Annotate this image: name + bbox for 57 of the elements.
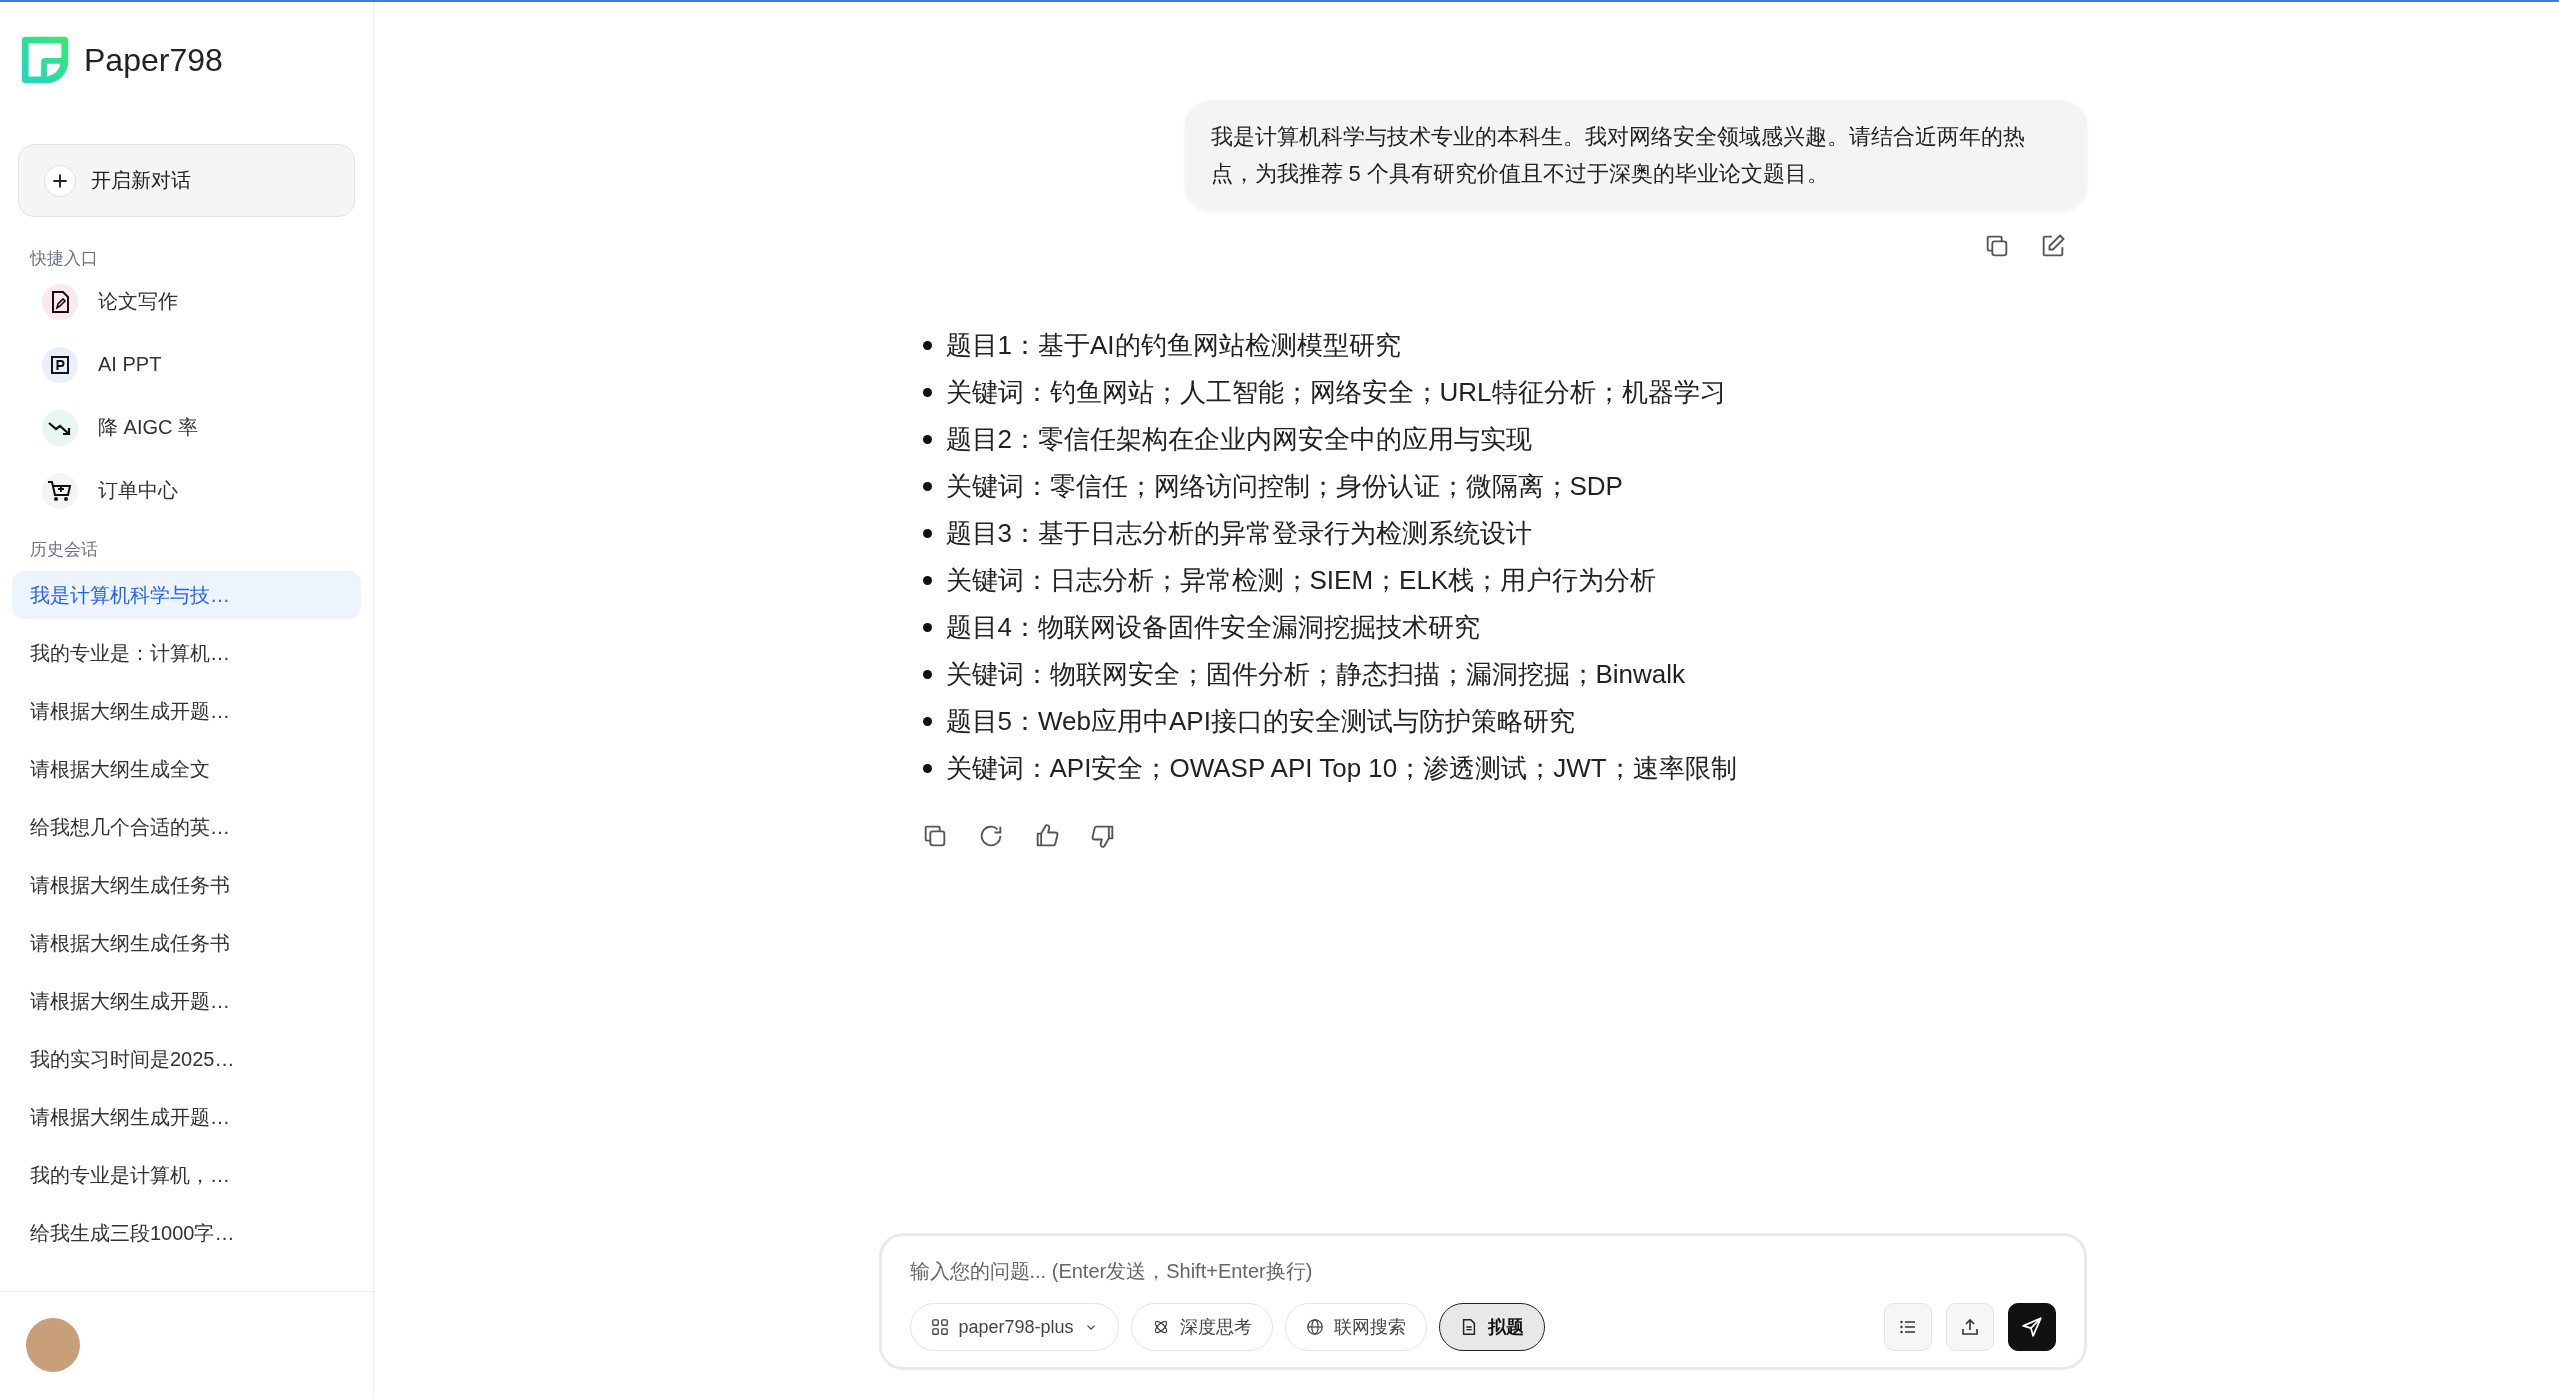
answer-line: 关键词：日志分析；异常检测；SIEM；ELK栈；用户行为分析 <box>945 564 1657 597</box>
history-item[interactable]: 我的专业是计算机，… <box>12 1151 361 1199</box>
section-title: 快捷入口 <box>30 248 99 270</box>
user-message: 我是计算机科学与技术专业的本科生。我对网络安全领域感兴趣。请结合近两年的热点，为我推荐 5 个具有研究价值且不过于深奥的毕业论文题目。 <box>1184 100 2087 210</box>
answer-line: 关键词：零信任；网络访问控制；身份认证；微隔离；SDP <box>945 470 1623 503</box>
bullet-icon <box>922 576 932 585</box>
quick-link[interactable]: AI PPT <box>12 333 361 396</box>
history-item[interactable]: 给我想几个合适的英… <box>12 803 361 851</box>
answer-line: 题目4：物联网设备固件安全漏洞挖掘技术研究 <box>945 611 1480 644</box>
bullet-icon <box>922 623 932 632</box>
cart-icon <box>42 472 78 509</box>
history-item[interactable]: 我的专业是：计算机… <box>12 629 361 677</box>
bullet-icon <box>922 341 932 350</box>
answer-line: 题目2：零信任架构在企业内网安全中的应用与实现 <box>945 423 1532 456</box>
answer-line: 题目5：Web应用中API接口的安全测试与防护策略研究 <box>945 705 1575 738</box>
answer-line: 关键词：API安全；OWASP API Top 10；渗透测试；JWT；速率限制 <box>945 752 1737 785</box>
toggle-chip[interactable]: 深度思考 <box>1130 1303 1273 1351</box>
bullet-icon <box>922 670 932 679</box>
new-chat-button[interactable]: 开启新对话 <box>18 144 355 217</box>
send-button[interactable] <box>2007 1303 2056 1351</box>
history-item[interactable]: 请根据大纲生成任务书 <box>12 861 361 909</box>
send-icon <box>2020 1316 2043 1338</box>
history-item[interactable]: 请根据大纲生成开题… <box>12 687 361 735</box>
history-item[interactable]: 给我生成三段1000字… <box>12 1209 361 1257</box>
grid-icon <box>930 1318 949 1336</box>
upload-button[interactable] <box>1945 1303 1994 1351</box>
answer-line: 题目1：基于AI的钓鱼网站检测模型研究 <box>945 329 1401 362</box>
history-item[interactable]: 我的实习时间是2025… <box>12 1035 361 1083</box>
toggle-chip[interactable]: 联网搜索 <box>1284 1303 1427 1351</box>
bullet-icon <box>922 529 932 538</box>
bullet-icon <box>922 717 932 726</box>
document-pen-icon <box>42 283 78 320</box>
globe-icon <box>1305 1318 1324 1336</box>
answer-line: 关键词：钓鱼网站；人工智能；网络安全；URL特征分析；机器学习 <box>945 376 1726 409</box>
history-item[interactable]: 请根据大纲生成开题… <box>12 977 361 1025</box>
presentation-icon <box>42 346 78 383</box>
history-item[interactable]: 我是计算机科学与技… <box>12 571 361 619</box>
bullet-icon <box>922 388 932 397</box>
plus-icon <box>43 163 77 198</box>
quick-link[interactable]: 降 AIGC 率 <box>12 396 361 459</box>
toggle-chip[interactable]: 拟题 <box>1438 1303 1545 1351</box>
quick-link[interactable]: 订单中心 <box>12 459 361 522</box>
upload-icon <box>1959 1317 1980 1337</box>
bullet-icon <box>922 435 932 444</box>
answer-line: 题目3：基于日志分析的异常登录行为检测系统设计 <box>945 517 1532 550</box>
section-title: 历史会话 <box>30 539 99 561</box>
answer-line: 关键词：物联网安全；固件分析；静态扫描；漏洞挖掘；Binwalk <box>945 658 1686 691</box>
list-button[interactable] <box>1883 1303 1932 1351</box>
history-item[interactable]: 请根据大纲生成开题… <box>12 1093 361 1141</box>
model-selector[interactable]: paper798-plus <box>909 1303 1119 1351</box>
quick-link[interactable]: 论文写作 <box>12 270 361 333</box>
app-name: Paper798 <box>84 41 223 79</box>
bullet-icon <box>922 482 932 491</box>
history-item[interactable]: 请根据大纲生成全文 <box>12 745 361 793</box>
trend-down-icon <box>42 409 78 446</box>
history-item[interactable]: 请根据大纲生成任务书 <box>12 919 361 967</box>
bullet-icon <box>922 764 932 773</box>
